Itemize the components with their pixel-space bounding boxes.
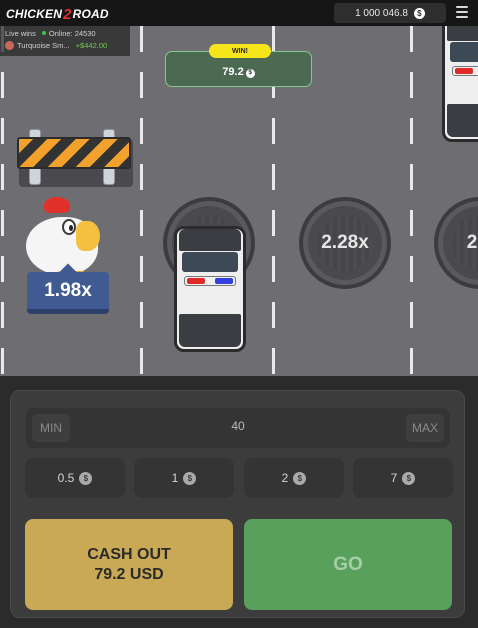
quick-bet-value: 2 [281,471,289,485]
online-count: Online: 24530 [48,29,96,38]
logo-text-chicken: CHICKEN [6,7,63,21]
road-barrier [15,127,133,187]
manhole-lane-2[interactable]: 2.28x [299,197,391,289]
cash-out-amount: 79.2 USD [94,565,164,583]
quick-bet-value: 0.5 [57,471,75,485]
quick-bet-value: 1 [171,471,179,485]
quick-bet-button[interactable]: 1 $ [134,458,234,498]
quick-bet-value: 7 [390,471,398,485]
online-status-dot [41,31,46,35]
live-wins-title: Live wins [5,29,36,38]
player-name: Turquoise Sm... [17,41,70,50]
logo-text-two: 2 [63,6,72,23]
current-multiplier-tag: 1.98x [27,263,109,314]
bet-control-panel: MIN 40 MAX 0.5 $ 1 $ 2 $ 7 $ CASH OUT 79.2 U… [10,390,465,618]
logo-text-road: ROAD [72,7,109,21]
cash-out-button[interactable]: CASH OUT 79.2 USD [25,519,233,610]
hamburger-menu-icon[interactable] [456,6,468,18]
police-car [174,226,246,352]
lane-divider [140,26,143,376]
balance-amount: 1 000 046.8 [355,7,408,19]
bet-amount-row: MIN 40 MAX [26,408,450,448]
live-wins-panel: Live wins Online: 24530 Turquoise Sm... +… [0,26,130,56]
quick-bet-button[interactable]: 7 $ [353,458,453,498]
player-avatar [5,41,14,50]
dollar-coin-icon: $ [183,471,197,485]
current-multiplier: 1.98x [27,272,109,314]
win-badge: WIN! [209,44,271,58]
lane-divider [1,26,4,376]
player-win-amount: +$442.00 [75,41,108,50]
bet-amount-input[interactable]: 40 [176,419,300,433]
lane-multiplier: 2.28x [321,232,369,253]
police-car [442,26,478,142]
go-button[interactable]: GO [244,519,452,610]
dollar-coin-icon: $ [293,471,307,485]
top-bar: CHICKEN2ROAD 1 000 046.8 $ [0,0,478,26]
lane-divider [410,26,413,376]
win-amount: 79.2 $ [166,66,311,78]
dollar-coin-icon: $ [402,471,416,485]
dollar-coin-icon: $ [413,7,425,19]
cash-out-label: CASH OUT [87,545,171,563]
min-bet-button[interactable]: MIN [32,414,70,442]
balance-display: 1 000 046.8 $ [334,3,446,23]
win-banner: WIN! 79.2 $ [165,44,312,87]
win-amount-value: 79.2 [222,66,244,78]
game-logo: CHICKEN2ROAD [6,5,109,23]
quick-bet-button[interactable]: 0.5 $ [25,458,125,498]
max-bet-button[interactable]: MAX [406,414,444,442]
lane-multiplier: 2.4 [466,232,478,253]
dollar-coin-icon: $ [79,471,93,485]
game-road: Live wins Online: 24530 Turquoise Sm... +… [0,26,478,376]
quick-bet-button[interactable]: 2 $ [244,458,344,498]
dollar-coin-icon: $ [245,68,255,78]
manhole-lane-3[interactable]: 2.4 [434,197,478,289]
